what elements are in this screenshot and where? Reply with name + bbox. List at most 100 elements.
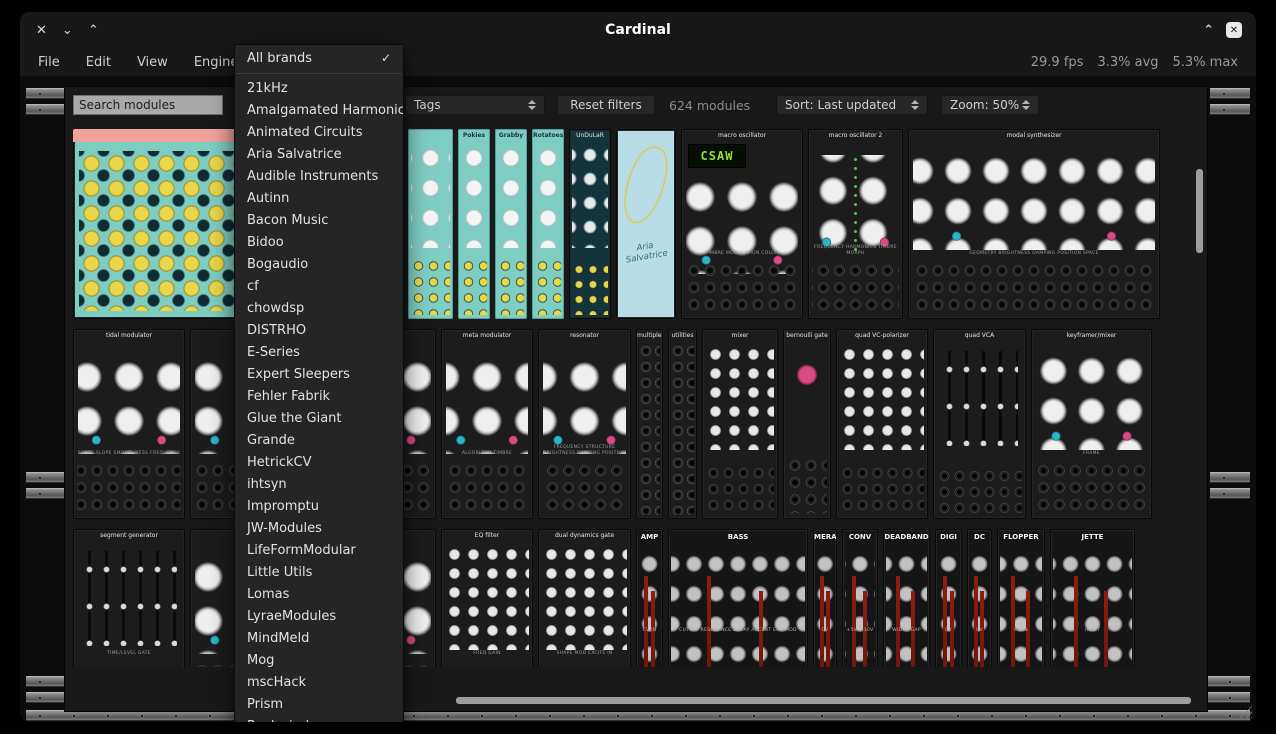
module-labels: WIDTH GAP	[885, 628, 928, 634]
module-title: Rotatoes	[533, 132, 563, 139]
brand-menu-item[interactable]: Bidoo	[235, 232, 403, 254]
titlebar: ✕ ⌄ ⌃ Cardinal ⌃ ✕	[20, 12, 1256, 48]
window-control-button[interactable]: ⌄	[62, 24, 73, 37]
brand-menu-item[interactable]: Grande	[235, 430, 403, 452]
brand-menu-item[interactable]: LyraeModules	[235, 606, 403, 628]
cardinal-logo-icon: ✕	[1226, 22, 1242, 38]
brand-menu-item[interactable]: Aria Salvatrice	[235, 144, 403, 166]
module-preview[interactable]: tidal modulator SHAPE SLOPE SMOOTHNESS F…	[73, 329, 185, 519]
brand-menu-item[interactable]: cf	[235, 276, 403, 298]
brand-menu-item[interactable]: chowdsp	[235, 298, 403, 320]
module-preview[interactable]: quad VCA	[933, 329, 1026, 519]
performance-stats: 29.9 fps 3.3% avg 5.3% max	[1031, 48, 1238, 76]
module-preview[interactable]: CONV +5V 0-10V	[842, 529, 878, 667]
module-preview[interactable]: DEADBAND WIDTH GAP	[883, 529, 930, 667]
module-title: quad VCA	[934, 332, 1025, 339]
module-preview[interactable]: UnDuLaR	[569, 129, 611, 319]
menubar-item[interactable]: View	[137, 55, 168, 70]
module-preview[interactable]: DC CV	[967, 529, 992, 667]
module-preview[interactable]: AMP CV IN	[636, 529, 663, 667]
module-title: DIGI	[936, 533, 961, 541]
module-preview[interactable]: multiples	[636, 329, 663, 519]
brand-menu-item[interactable]: Amalgamated Harmonics	[235, 100, 403, 122]
brand-menu-item[interactable]: Audible Instruments	[235, 166, 403, 188]
brand-menu-item[interactable]: Little Utils	[235, 562, 403, 584]
module-preview[interactable]: Aria Salvatrice	[616, 129, 676, 319]
module-preview[interactable]: modal synthesizer GEOMETRY BRIGHTNESS DA…	[908, 129, 1160, 319]
module-preview[interactable]: mixer	[702, 329, 778, 519]
menubar-item[interactable]: Edit	[86, 55, 111, 70]
brand-menu-item[interactable]: Rackwindows	[235, 716, 403, 722]
brand-menu-item[interactable]: MindMeld	[235, 628, 403, 650]
window-title: Cardinal	[20, 22, 1256, 38]
module-preview[interactable]: DIGI CV	[935, 529, 962, 667]
rack-rail	[1210, 104, 1250, 115]
brand-menu-item[interactable]: HetrickCV	[235, 452, 403, 474]
rack-rail	[26, 472, 64, 483]
module-title: Pokies	[459, 132, 489, 139]
brand-menu-item[interactable]: Mog	[235, 650, 403, 672]
stat-value: 29.9 fps	[1031, 55, 1084, 70]
brand-menu-item[interactable]: DISTRHO	[235, 320, 403, 342]
module-labels: +5V 0-10V	[844, 628, 876, 634]
module-preview[interactable]: dual dynamics gate SHAPE MOD EXCITE IN	[538, 529, 631, 667]
module-preview[interactable]	[408, 129, 453, 319]
module-preview[interactable]: EQ filter FREQ GAIN	[441, 529, 533, 667]
module-preview[interactable]: quad VC-polarizer	[836, 329, 928, 519]
module-title: JETTE	[1051, 533, 1134, 541]
brand-menu-item[interactable]: Prism	[235, 694, 403, 716]
menubar-item[interactable]: File	[38, 55, 60, 70]
menubar-item[interactable]: Engine	[194, 55, 239, 70]
vertical-scrollbar-thumb[interactable]	[1196, 169, 1203, 253]
module-preview[interactable]: FLOPPER CV IN	[997, 529, 1045, 667]
module-preview[interactable]: Grabby	[495, 129, 527, 319]
module-title: utilities	[669, 332, 696, 339]
brand-menu-item[interactable]: mscHack	[235, 672, 403, 694]
module-labels: CUTOFF RESONANCE DECAY ACCENT ENV MOD	[670, 628, 806, 634]
module-title: mixer	[703, 332, 777, 339]
brand-menu-item[interactable]: 21kHz	[235, 78, 403, 100]
module-preview[interactable]: Rotatoes	[532, 129, 564, 319]
rack-rail	[26, 488, 64, 499]
module-labels: INPUT	[1052, 628, 1133, 634]
brand-menu-item[interactable]: Bogaudio	[235, 254, 403, 276]
module-preview[interactable]: MERA CV	[813, 529, 837, 667]
module-preview[interactable]: JETTE INPUT	[1050, 529, 1135, 667]
brand-menu-item[interactable]: ihtsyn	[235, 474, 403, 496]
module-title: AMP	[637, 533, 662, 541]
module-title: Grabby	[496, 132, 526, 139]
horizontal-scrollbar-thumb[interactable]	[456, 697, 1191, 704]
brand-menu-item[interactable]: JW-Modules	[235, 518, 403, 540]
brand-menu-item[interactable]: Animated Circuits	[235, 122, 403, 144]
brand-menu-item[interactable]: Autinn	[235, 188, 403, 210]
module-preview[interactable]: meta modulator ALGORITHM TIMBRE	[441, 329, 533, 519]
brand-menu-item[interactable]: Glue the Giant	[235, 408, 403, 430]
module-title: CONV	[843, 533, 877, 541]
module-preview[interactable]: Pokies	[458, 129, 490, 319]
brand-menu-item[interactable]: Bacon Music	[235, 210, 403, 232]
module-preview[interactable]: segment generator TIME/LEVEL GATE	[73, 529, 185, 667]
brand-menu-item[interactable]: Expert Sleepers	[235, 364, 403, 386]
module-preview[interactable]: bernoulli gate	[783, 329, 831, 519]
module-preview[interactable]: resonator FREQUENCY STRUCTURE BRIGHTNESS…	[538, 329, 631, 519]
module-title: FLOPPER	[998, 533, 1044, 541]
module-title: modal synthesizer	[909, 132, 1159, 139]
module-labels: FREQUENCY HARMONICS TIMBRE MORPH	[810, 245, 901, 257]
module-preview[interactable]: keyframer/mixer FRAME	[1031, 329, 1152, 519]
brand-menu-item-all-brands[interactable]: All brands ✓	[235, 47, 403, 69]
brand-menu-item[interactable]: Impromptu	[235, 496, 403, 518]
module-title: keyframer/mixer	[1032, 332, 1151, 339]
collapse-icon[interactable]: ⌃	[1203, 23, 1214, 38]
brand-menu-item[interactable]: E-Series	[235, 342, 403, 364]
module-preview[interactable]: macro oscillator CSAW TIMBRE MODULATION …	[681, 129, 803, 319]
module-preview[interactable]: macro oscillator 2 FREQUENCY HARMONICS T…	[808, 129, 903, 319]
module-preview[interactable]: utilities	[668, 329, 697, 519]
brand-menu-item[interactable]: Fehler Fabrik	[235, 386, 403, 408]
window-control-button[interactable]: ✕	[36, 24, 47, 37]
rack-rail	[1210, 488, 1250, 499]
brand-menu-item[interactable]: Lomas	[235, 584, 403, 606]
window-control-button[interactable]: ⌃	[88, 24, 99, 37]
rack-rail	[26, 104, 64, 115]
brand-menu-item[interactable]: LifeFormModular	[235, 540, 403, 562]
module-preview[interactable]: BASS CUTOFF RESONANCE DECAY ACCENT ENV M…	[668, 529, 808, 667]
